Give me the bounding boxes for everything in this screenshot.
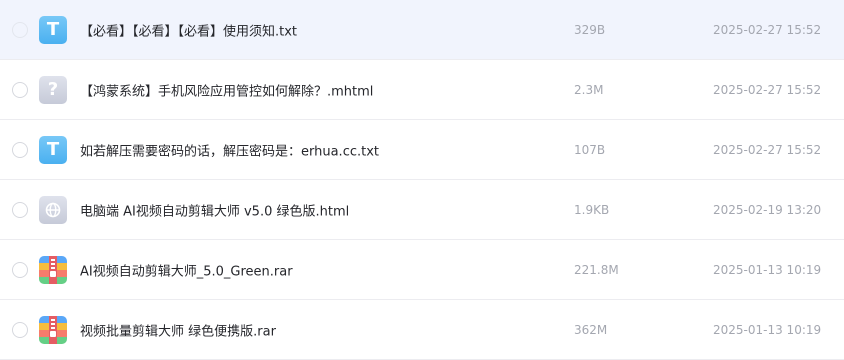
file-date: 2025-02-27 15:52 [713,82,822,97]
html-file-icon [39,195,67,224]
file-date: 2025-02-27 15:52 [713,142,822,157]
unknown-file-icon: ? [39,75,67,104]
file-date: 2025-02-27 15:52 [713,22,822,37]
file-row[interactable]: ? 【鸿蒙系统】手机风险应用管控如何解除？.mhtml 2.3M 2025-02… [0,60,844,120]
file-name[interactable]: 视频批量剪辑大师 绿色便携版.rar [80,320,276,339]
row-select-checkbox[interactable] [12,201,28,218]
row-select-checkbox[interactable] [12,81,28,98]
file-name[interactable]: 电脑端 AI视频自动剪辑大师 v5.0 绿色版.html [80,200,349,219]
file-size: 221.8M [574,262,619,277]
file-list: T 【必看】【必看】【必看】使用须知.txt 329B 2025-02-27 1… [0,0,844,360]
file-name[interactable]: 【必看】【必看】【必看】使用须知.txt [80,20,297,39]
txt-file-icon: T [39,135,67,164]
file-date: 2025-01-13 10:19 [713,322,822,337]
file-date: 2025-02-19 13:20 [713,202,822,217]
file-row[interactable]: T 【必看】【必看】【必看】使用须知.txt 329B 2025-02-27 1… [0,0,844,60]
file-size: 362M [574,322,608,337]
file-size: 329B [574,22,606,37]
file-name[interactable]: 【鸿蒙系统】手机风险应用管控如何解除？.mhtml [80,80,373,99]
row-select-checkbox[interactable] [12,321,28,338]
file-row[interactable]: AI视频自动剪辑大师_5.0_Green.rar 221.8M 2025-01-… [0,240,844,300]
row-select-checkbox[interactable] [12,21,28,38]
txt-file-icon: T [39,15,67,44]
file-row[interactable]: 电脑端 AI视频自动剪辑大师 v5.0 绿色版.html 1.9KB 2025-… [0,180,844,240]
file-row[interactable]: T 如若解压需要密码的话，解压密码是：erhua.cc.txt 107B 202… [0,120,844,180]
row-select-checkbox[interactable] [12,261,28,278]
file-size: 2.3M [574,82,604,97]
file-size: 1.9KB [574,202,610,217]
rar-archive-icon [39,315,67,344]
file-size: 107B [574,142,606,157]
file-name[interactable]: AI视频自动剪辑大师_5.0_Green.rar [80,260,293,279]
file-date: 2025-01-13 10:19 [713,262,822,277]
rar-archive-icon [39,255,67,284]
row-select-checkbox[interactable] [12,141,28,158]
file-row[interactable]: 视频批量剪辑大师 绿色便携版.rar 362M 2025-01-13 10:19 [0,300,844,360]
file-name[interactable]: 如若解压需要密码的话，解压密码是：erhua.cc.txt [80,140,379,159]
